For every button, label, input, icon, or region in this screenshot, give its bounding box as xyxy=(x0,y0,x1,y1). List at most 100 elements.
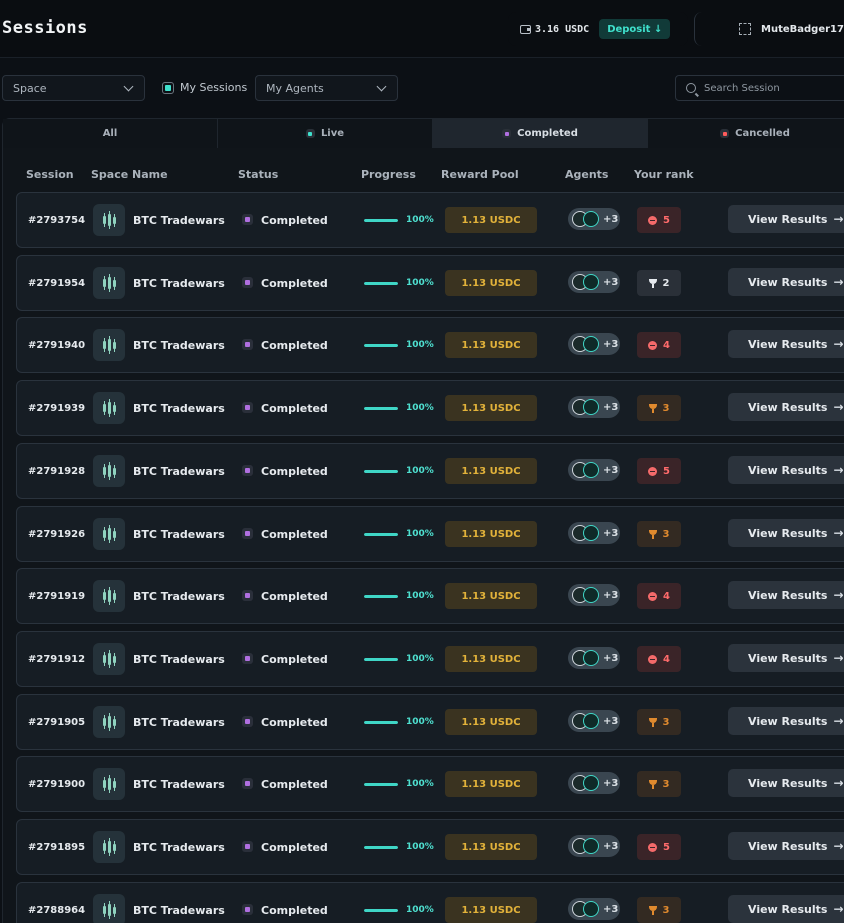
my-sessions-label: My Sessions xyxy=(180,81,248,94)
view-results-button[interactable]: View Results → xyxy=(728,832,844,860)
session-id: #2791905 xyxy=(28,716,86,728)
agents-avatar-group[interactable]: +3 xyxy=(568,710,620,732)
session-id: #2788964 xyxy=(28,904,86,916)
view-results-button[interactable]: View Results → xyxy=(728,769,844,797)
rank-badge-icon xyxy=(648,466,658,476)
space-select[interactable]: Space xyxy=(2,75,145,101)
table-row[interactable]: #2791928 BTC Tradewars Completed 100% 1.… xyxy=(16,443,844,499)
progress-percent: 100% xyxy=(406,466,434,476)
tab-label: All xyxy=(102,128,118,139)
view-results-button[interactable]: View Results → xyxy=(728,393,844,421)
reward-pool-badge: 1.13 USDC xyxy=(445,207,537,233)
table-row[interactable]: #2791905 BTC Tradewars Completed 100% 1.… xyxy=(16,694,844,750)
trophy-icon xyxy=(648,278,657,288)
reward-pool-badge: 1.13 USDC xyxy=(445,583,537,609)
progress-bar xyxy=(364,407,398,410)
deposit-button[interactable]: Deposit ↓ xyxy=(599,19,671,39)
arrow-right-icon: → xyxy=(833,902,844,916)
completed-status-icon xyxy=(242,214,253,225)
agent-avatar-icon xyxy=(583,399,599,415)
table-row[interactable]: #2791940 BTC Tradewars Completed 100% 1.… xyxy=(16,317,844,373)
rank-value: 3 xyxy=(662,528,670,540)
rank-badge: 3 xyxy=(637,897,681,923)
status-text: Completed xyxy=(261,401,328,415)
arrow-right-icon: → xyxy=(833,714,844,728)
view-results-button[interactable]: View Results → xyxy=(728,581,844,609)
completed-status-icon xyxy=(242,339,253,350)
tab-cancelled[interactable]: Cancelled xyxy=(648,119,844,148)
candle-mark xyxy=(102,527,106,541)
reward-pool-badge: 1.13 USDC xyxy=(445,646,537,672)
table-row[interactable]: #2788964 BTC Tradewars Completed 100% 1.… xyxy=(16,882,844,923)
tab-completed[interactable]: Completed xyxy=(433,119,648,148)
progress-bar-fill xyxy=(364,407,398,410)
candle-mark xyxy=(102,338,106,352)
table-row[interactable]: #2791900 BTC Tradewars Completed 100% 1.… xyxy=(16,756,844,812)
agents-avatar-group[interactable]: +3 xyxy=(568,271,620,293)
agents-avatar-group[interactable]: +3 xyxy=(568,772,620,794)
my-agents-select[interactable]: My Agents xyxy=(255,75,398,101)
column-header-session: Session xyxy=(26,168,74,181)
progress-bar-fill xyxy=(364,846,398,849)
view-results-button[interactable]: View Results → xyxy=(728,456,844,484)
view-results-button[interactable]: View Results → xyxy=(728,644,844,672)
table-row[interactable]: #2791919 BTC Tradewars Completed 100% 1.… xyxy=(16,568,844,624)
cancelled-dot-icon xyxy=(720,129,730,138)
table-row[interactable]: #2791895 BTC Tradewars Completed 100% 1.… xyxy=(16,819,844,875)
progress-bar xyxy=(364,783,398,786)
candle-mark xyxy=(102,276,106,290)
agents-avatar-group[interactable]: +3 xyxy=(568,898,620,920)
progress-bar xyxy=(364,846,398,849)
user-menu[interactable]: MuteBadger1745 xyxy=(694,12,844,46)
table-row[interactable]: #2793754 BTC Tradewars Completed 100% 1.… xyxy=(16,192,844,248)
view-results-button[interactable]: View Results → xyxy=(728,895,844,923)
search-input[interactable]: Search Session xyxy=(675,75,844,101)
table-row[interactable]: #2791954 BTC Tradewars Completed 100% 1.… xyxy=(16,255,844,311)
progress-percent: 100% xyxy=(406,654,434,664)
view-results-button[interactable]: View Results → xyxy=(728,268,844,296)
agents-avatar-group[interactable]: +3 xyxy=(568,647,620,669)
column-header-agents: Agents xyxy=(565,168,609,181)
agents-avatar-group[interactable]: +3 xyxy=(568,208,620,230)
progress-bar-fill xyxy=(364,219,398,222)
arrow-right-icon: → xyxy=(833,839,844,853)
filter-bar: Space My Sessions My Agents Search Sessi… xyxy=(0,75,844,102)
agent-avatar-icon xyxy=(583,462,599,478)
candle-mark xyxy=(102,401,106,415)
tab-all[interactable]: All xyxy=(3,119,218,148)
rank-badge: 3 xyxy=(637,395,681,421)
table-row[interactable]: #2791926 BTC Tradewars Completed 100% 1.… xyxy=(16,506,844,562)
view-results-button[interactable]: View Results → xyxy=(728,205,844,233)
progress-percent: 100% xyxy=(406,403,434,413)
agents-avatar-group[interactable]: +3 xyxy=(568,584,620,606)
candle-mark xyxy=(102,715,106,729)
candle-mark xyxy=(107,274,111,292)
table-row[interactable]: #2791912 BTC Tradewars Completed 100% 1.… xyxy=(16,631,844,687)
agents-avatar-group[interactable]: +3 xyxy=(568,333,620,355)
view-results-button[interactable]: View Results → xyxy=(728,519,844,547)
agents-avatar-group[interactable]: +3 xyxy=(568,835,620,857)
agents-extra-count: +3 xyxy=(603,840,619,852)
my-sessions-checkbox[interactable] xyxy=(162,82,174,94)
trophy-icon xyxy=(648,529,657,539)
progress-bar xyxy=(364,344,398,347)
rank-value: 3 xyxy=(662,904,670,916)
agents-extra-count: +3 xyxy=(603,589,619,601)
table-row[interactable]: #2791939 BTC Tradewars Completed 100% 1.… xyxy=(16,380,844,436)
arrow-right-icon: → xyxy=(833,275,844,289)
space-name: BTC Tradewars xyxy=(133,527,225,541)
agents-avatar-group[interactable]: +3 xyxy=(568,396,620,418)
agents-extra-count: +3 xyxy=(603,715,619,727)
agents-avatar-group[interactable]: +3 xyxy=(568,459,620,481)
agents-extra-count: +3 xyxy=(603,652,619,664)
agents-avatar-group[interactable]: +3 xyxy=(568,522,620,544)
rank-badge-icon xyxy=(648,215,658,225)
view-results-label: View Results xyxy=(748,275,828,289)
view-results-button[interactable]: View Results → xyxy=(728,707,844,735)
view-results-button[interactable]: View Results → xyxy=(728,330,844,358)
candle-mark xyxy=(102,903,106,917)
rank-value: 4 xyxy=(663,590,670,602)
tab-live[interactable]: Live xyxy=(218,119,433,148)
rank-value: 2 xyxy=(662,277,670,289)
status-text: Completed xyxy=(261,589,328,603)
